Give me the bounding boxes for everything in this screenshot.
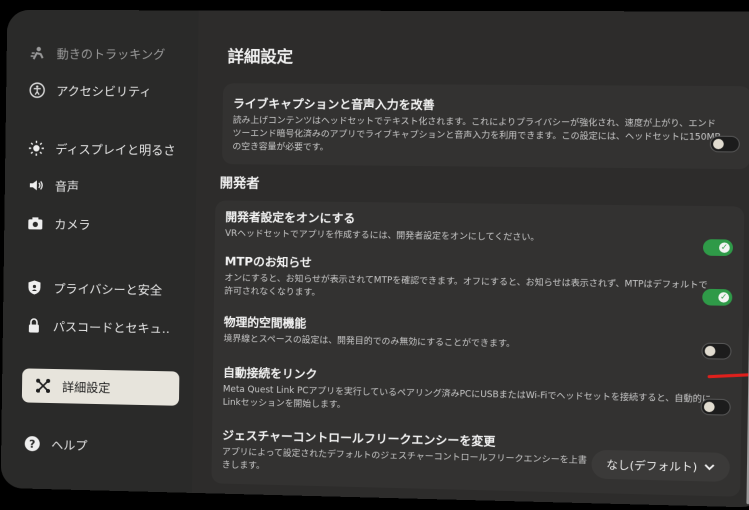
sidebar-item-label: ディスプレイと明るさ [55,141,176,158]
setting-description: Meta Quest Link PCアプリを実行しているペアリング済みPCにUS… [222,384,712,411]
setting-card-developer: 開発者設定をオンにする VRヘッドセットでアプリを作成するには、開発者設定をオン… [211,200,745,497]
sidebar-item-label: アクセシビリティ [56,83,152,99]
motion-tracking-icon [29,44,47,62]
camera-icon [26,214,44,232]
sidebar-item-display[interactable]: ディスプレイと明るさ [27,133,189,165]
advanced-settings-icon [34,377,52,395]
page-title: 詳細設定 [227,46,294,67]
sidebar-item-motion-tracking[interactable]: 動きのトラッキング [28,38,190,69]
sidebar-item-label: パスコードとセキュ‥ [52,319,170,336]
accessibility-icon [28,81,46,99]
help-icon: ? [23,434,41,452]
sidebar-item-passcode[interactable]: パスコードとセキュ‥ [25,310,187,343]
auto-link-toggle[interactable] [700,398,731,416]
mtp-notice-toggle[interactable]: ✓ [702,288,733,306]
sidebar-item-label: プライバシーと安全 [53,281,163,298]
sidebar-item-advanced[interactable]: 詳細設定 [21,368,180,406]
sidebar-item-privacy[interactable]: プライバシーと安全 [25,272,187,305]
chevron-down-icon [704,460,715,474]
section-title-developer: 開発者 [219,176,260,192]
sidebar-item-help[interactable]: ? ヘルプ [23,428,185,462]
svg-text:?: ? [29,438,36,451]
gesture-frequency-select[interactable]: なし(デフォルト) [591,449,731,482]
setting-card-captions: ライブキャプションと音声入力を改善 読み上げコンテンツはヘッドセットでテキスト化… [222,83,749,170]
setting-row: 開発者設定をオンにする VRヘッドセットでアプリを作成するには、開発者設定をオン… [225,209,712,248]
lock-icon [25,316,43,334]
sidebar-item-label: 詳細設定 [62,379,111,395]
sidebar-item-label: ヘルプ [51,437,88,453]
sidebar-item-label: カメラ [54,217,91,232]
sidebar-item-label: 動きのトラッキング [56,46,166,62]
select-value: なし(デフォルト) [606,458,698,474]
physical-space-toggle[interactable] [701,342,732,360]
sidebar-item-audio[interactable]: 音声 [27,170,189,202]
sidebar-item-camera[interactable]: カメラ [26,208,188,240]
setting-row: MTPのお知らせ オンにすると、お知らせが表示されてMTPを確認できます。オフに… [224,253,711,306]
settings-panel: 動きのトラッキング アクセシビリティ ディスプレイと明るさ 音声 カメラ プライ… [0,9,749,508]
setting-row: 物理的空間機能 境界線とスペースの設定は、開発目的でのみ無効にすることができます… [224,314,711,355]
main-content: 詳細設定 ライブキャプションと音声入力を改善 読み上げコンテンツはヘッドセットで… [207,10,749,507]
setting-description: オンにすると、お知らせが表示されてMTPを確認できます。オフにすると、お知らせは… [224,273,708,299]
setting-row: ライブキャプションと音声入力を改善 読み上げコンテンツはヘッドセットでテキスト化… [232,95,720,158]
sidebar: 動きのトラッキング アクセシビリティ ディスプレイと明るさ 音声 カメラ プライ… [0,9,199,493]
sidebar-item-accessibility[interactable]: アクセシビリティ [28,75,190,106]
sidebar-item-label: 音声 [54,179,80,194]
setting-title: 開発者設定をオンにする [225,209,356,226]
speaker-icon [27,176,45,194]
setting-description: 読み上げコンテンツはヘッドセットでテキスト化されます。これによりプライバシーが強… [232,115,721,153]
setting-description: VRヘッドセットでアプリを作成するには、開発者設定をオンにしてください。 [225,228,540,244]
brightness-icon [27,139,45,157]
setting-row: 自動接続をリンク Meta Quest Link PCアプリを実行しているペアリ… [223,364,711,420]
captions-toggle[interactable] [709,135,740,153]
setting-title: ライブキャプションと音声入力を改善 [232,96,435,113]
developer-mode-toggle[interactable]: ✓ [702,239,734,257]
shield-icon [25,278,43,296]
setting-description: アプリによって設定されたデフォルトのジェスチャーコントロールフリークエンシーを上… [221,447,587,472]
